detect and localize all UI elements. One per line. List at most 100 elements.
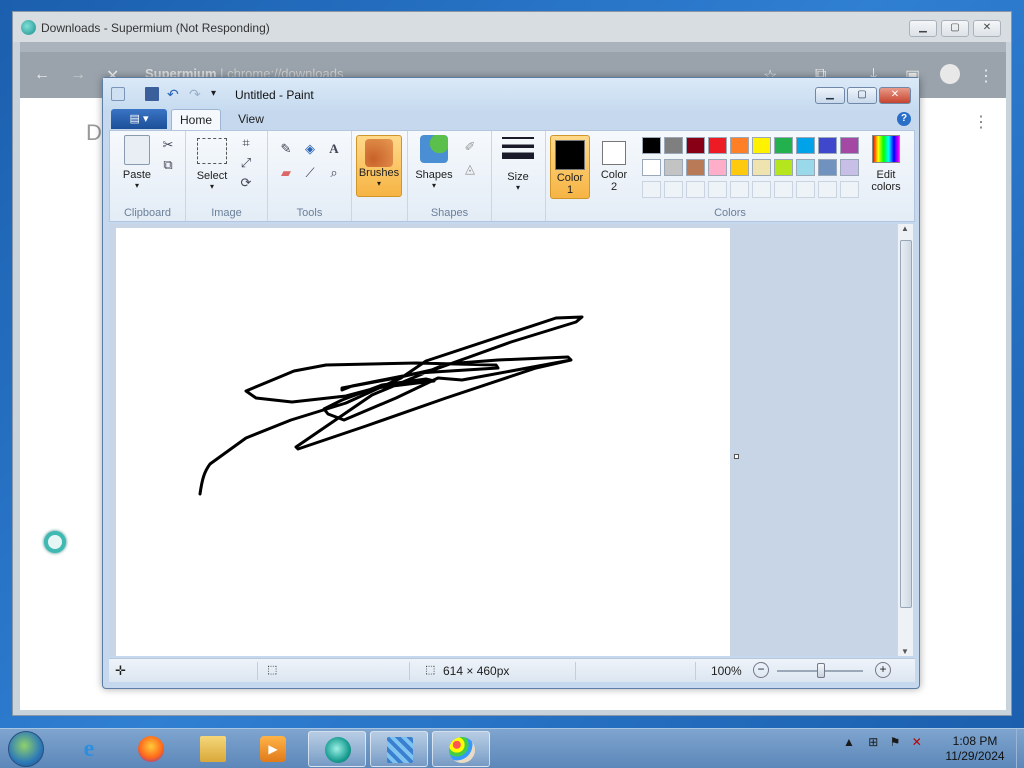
palette-swatch[interactable] (686, 137, 705, 154)
browser-title-bar[interactable]: Downloads - Supermium (Not Responding) ▁… (13, 12, 1011, 42)
palette-swatch[interactable] (796, 137, 815, 154)
pencil-icon[interactable]: ✎ (276, 139, 296, 159)
browser-close-button[interactable]: ✕ (973, 20, 1001, 37)
custom-color-slot[interactable] (818, 181, 837, 198)
brushes-button[interactable]: Brushes ▾ (356, 135, 402, 197)
taskbar-supermium[interactable] (308, 731, 366, 767)
palette-swatch[interactable] (686, 159, 705, 176)
taskbar-firefox[interactable] (122, 731, 180, 767)
palette-swatch[interactable] (840, 137, 859, 154)
tab-home[interactable]: Home (171, 109, 221, 130)
browser-maximize-button[interactable]: ▢ (941, 20, 969, 37)
select-button[interactable]: Select ▾ (192, 135, 232, 191)
palette-swatch[interactable] (752, 159, 771, 176)
palette-swatch[interactable] (818, 159, 837, 176)
taskbar-paint[interactable] (432, 731, 490, 767)
color2-button[interactable]: Color 2 (594, 135, 634, 199)
save-icon[interactable] (145, 87, 159, 101)
browser-minimize-button[interactable]: ▁ (909, 20, 937, 37)
palette-swatch[interactable] (796, 159, 815, 176)
crop-icon[interactable]: ⌗ (236, 133, 256, 153)
volume-muted-icon[interactable]: ✕ (912, 735, 922, 749)
downloads-more-icon[interactable]: ⋮ (973, 115, 989, 131)
palette-swatch[interactable] (818, 137, 837, 154)
forward-arrow-icon[interactable]: → (70, 66, 86, 84)
zoom-out-button[interactable]: − (753, 662, 769, 678)
custom-color-slot[interactable] (664, 181, 683, 198)
color-picker-icon[interactable]: ⟋ (300, 163, 320, 183)
resize-icon[interactable]: ⤢ (236, 153, 256, 173)
paint-maximize-button[interactable]: ▢ (847, 87, 877, 104)
taskbar-app[interactable] (370, 731, 428, 767)
edit-colors-button[interactable]: Edit colors (864, 135, 908, 193)
copy-icon[interactable]: ⧉ (158, 155, 178, 175)
palette-swatch[interactable] (774, 159, 793, 176)
custom-color-slot[interactable] (708, 181, 727, 198)
drawing-canvas[interactable] (116, 228, 730, 656)
firefox-icon (138, 736, 164, 762)
tab-view[interactable]: View (231, 109, 271, 130)
palette-swatch[interactable] (774, 137, 793, 154)
text-icon[interactable]: A (324, 139, 344, 159)
network-icon[interactable]: ⊞ (868, 735, 878, 749)
palette-swatch[interactable] (752, 137, 771, 154)
fill-icon[interactable]: ◈ (300, 139, 320, 159)
show-hidden-icons-icon[interactable]: ▲ (843, 735, 855, 749)
paint-minimize-button[interactable]: ▁ (815, 87, 845, 104)
clock[interactable]: 1:08 PM 11/29/2024 (937, 734, 1013, 764)
palette-swatch[interactable] (708, 159, 727, 176)
zoom-slider-thumb[interactable] (817, 663, 825, 678)
shapes-button[interactable]: Shapes ▾ (412, 135, 456, 190)
taskbar-media-player[interactable]: ▶ (244, 731, 302, 767)
palette-swatch[interactable] (840, 159, 859, 176)
back-arrow-icon[interactable]: ← (34, 66, 50, 84)
custom-color-slot[interactable] (752, 181, 771, 198)
custom-color-slot[interactable] (686, 181, 705, 198)
paste-button[interactable]: Paste ▾ (118, 135, 156, 190)
palette-swatch[interactable] (730, 159, 749, 176)
palette-swatch[interactable] (642, 159, 661, 176)
browser-menu-icon[interactable]: ⋮ (978, 66, 994, 86)
custom-color-slot[interactable] (840, 181, 859, 198)
custom-color-slot[interactable] (730, 181, 749, 198)
shapes-group-label: Shapes (430, 207, 469, 219)
palette-swatch[interactable] (642, 137, 661, 154)
color1-button[interactable]: Color 1 (550, 135, 590, 199)
shapes-group: Shapes ▾ ✐ ◬ Shapes (408, 131, 492, 221)
eraser-icon[interactable]: ▰ (276, 163, 296, 183)
custom-color-slot[interactable] (796, 181, 815, 198)
paint-menu-button[interactable]: ▤ ▾ (111, 109, 167, 129)
undo-icon[interactable]: ↶ (167, 87, 181, 101)
ribbon: Paste ▾ ✂ ⧉ Clipboard Select ▾ ⌗ ⤢ ⟳ Ima… (109, 130, 915, 222)
help-icon[interactable]: ? (897, 112, 911, 126)
taskbar-file-explorer[interactable] (184, 731, 242, 767)
redo-icon[interactable]: ↷ (189, 87, 203, 101)
start-button[interactable] (8, 731, 44, 767)
rotate-icon[interactable]: ⟳ (236, 173, 256, 193)
palette-swatch[interactable] (664, 159, 683, 176)
fill-shape-icon[interactable]: ◬ (460, 159, 480, 179)
palette-swatch[interactable] (730, 137, 749, 154)
vertical-scrollbar[interactable]: ▲ ▼ (897, 224, 913, 656)
paint-close-button[interactable]: ✕ (879, 87, 911, 104)
cut-icon[interactable]: ✂ (158, 135, 178, 155)
show-desktop-button[interactable] (1016, 729, 1024, 768)
magnifier-icon[interactable]: ⌕ (324, 163, 344, 183)
profile-avatar-icon[interactable] (940, 64, 960, 84)
paint-title-bar[interactable]: ↶ ↷ ▾ Untitled - Paint ▁ ▢ ✕ (103, 78, 919, 110)
palette-swatch[interactable] (708, 137, 727, 154)
zoom-in-button[interactable]: + (875, 662, 891, 678)
canvas-resize-handle[interactable] (734, 454, 739, 459)
scroll-up-icon[interactable]: ▲ (901, 224, 909, 233)
customize-toolbar-icon[interactable]: ▾ (211, 87, 225, 101)
scroll-down-icon[interactable]: ▼ (901, 647, 909, 656)
colors-label: Colors (714, 207, 746, 219)
taskbar-internet-explorer[interactable]: e (60, 731, 118, 767)
size-button[interactable]: Size ▾ (498, 137, 538, 192)
action-center-flag-icon[interactable]: ⚑ (890, 735, 901, 749)
palette-swatch[interactable] (664, 137, 683, 154)
custom-color-slot[interactable] (774, 181, 793, 198)
outline-icon[interactable]: ✐ (460, 137, 480, 157)
scrollbar-thumb[interactable] (900, 240, 912, 608)
custom-color-slot[interactable] (642, 181, 661, 198)
